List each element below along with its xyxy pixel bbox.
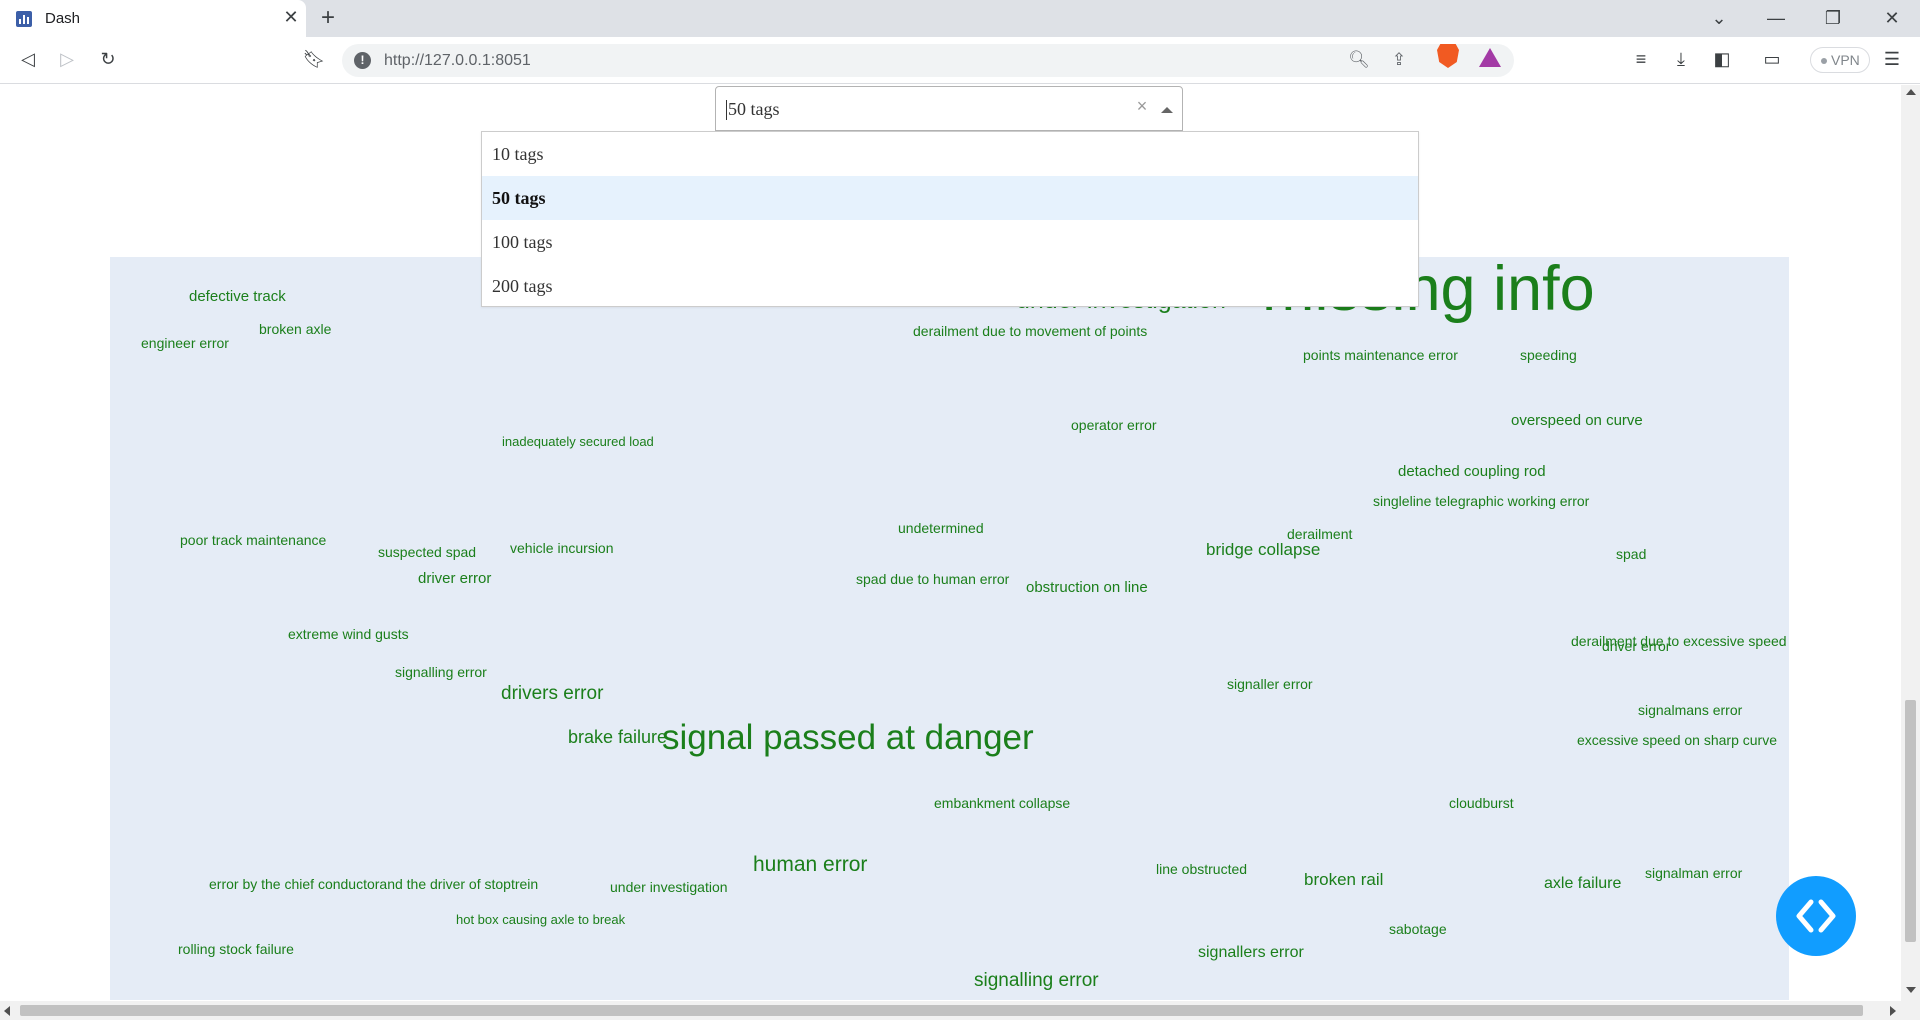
word-cloud-tag: drivers error (501, 683, 604, 704)
word-cloud-tag: signalling error (395, 664, 487, 680)
word-cloud-tag: excessive speed on sharp curve (1577, 732, 1777, 748)
word-cloud-tag: engineer error (141, 335, 229, 351)
word-cloud-tag: signaller error (1227, 676, 1313, 692)
word-cloud-tag: broken rail (1304, 870, 1384, 889)
word-cloud-tag: extreme wind gusts (288, 626, 409, 642)
word-cloud-tag: suspected spad (378, 544, 477, 560)
word-cloud-tag: driver error (1602, 638, 1671, 654)
wallet-icon[interactable]: ▭ (1760, 47, 1784, 71)
url-text[interactable]: http://127.0.0.1:8051 (384, 52, 531, 70)
clear-selection-icon[interactable]: × (1133, 96, 1151, 117)
word-cloud-tag: detached coupling rod (1398, 463, 1546, 480)
sidebar-icon[interactable]: ◧ (1710, 47, 1734, 71)
word-cloud-tag: axle failure (1544, 875, 1622, 892)
word-cloud-tag: overspeed on curve (1511, 412, 1643, 429)
dropdown-option-highlighted[interactable]: 50 tags (482, 176, 1418, 220)
dropdown-selected-value[interactable]: 50 tags (726, 99, 780, 120)
word-cloud-tag: points maintenance error (1303, 347, 1458, 363)
code-brackets-icon (1796, 899, 1836, 933)
word-cloud-tag: obstruction on line (1026, 579, 1148, 596)
word-cloud-tag: human error (753, 853, 868, 876)
word-cloud-tag: vehicle incursion (510, 540, 614, 556)
dropdown-arrow-up-icon[interactable] (1161, 107, 1173, 113)
word-cloud-tag: speeding (1520, 347, 1577, 363)
word-cloud-tag: signallers error (1198, 944, 1304, 961)
scroll-down-arrow-icon[interactable] (1906, 987, 1916, 993)
back-icon[interactable]: ◁ (16, 47, 40, 71)
scroll-left-arrow-icon[interactable] (4, 1006, 10, 1016)
tab-title: Dash (45, 10, 81, 27)
menu-icon[interactable]: ☰ (1880, 47, 1904, 71)
reload-icon[interactable]: ↻ (96, 47, 120, 71)
word-cloud-tag: rolling stock failure (178, 941, 294, 957)
word-cloud-tag: driver error (418, 570, 492, 587)
restore-icon[interactable]: ❐ (1821, 6, 1845, 30)
word-cloud-tag: under investigation (610, 879, 728, 895)
forward-icon[interactable]: ▷ (55, 47, 79, 71)
share-icon[interactable]: ⇪ (1388, 50, 1410, 70)
address-bar[interactable]: ! http://127.0.0.1:8051 🔍︎ ⇪ (342, 44, 1514, 77)
word-cloud-tag: broken axle (259, 321, 332, 337)
download-icon[interactable]: ⤓ (1669, 47, 1693, 71)
dropdown-option[interactable]: 10 tags (482, 132, 1418, 176)
scroll-right-arrow-icon[interactable] (1890, 1006, 1896, 1016)
brave-rewards-icon[interactable] (1479, 48, 1501, 67)
tag-count-dropdown[interactable]: 50 tags × (715, 86, 1183, 131)
vertical-scrollbar[interactable] (1901, 85, 1920, 1001)
vpn-button[interactable]: VPN (1810, 47, 1870, 73)
word-cloud-tag: line obstructed (1156, 861, 1248, 877)
dropdown-option[interactable]: 200 tags (482, 264, 1418, 308)
word-cloud-tag: derailment due to movement of points (913, 323, 1148, 339)
horizontal-scroll-thumb[interactable] (20, 1005, 1863, 1016)
new-tab-icon[interactable]: + (321, 6, 335, 30)
word-cloud-tag: spad (1616, 546, 1647, 562)
word-cloud-tag: undetermined (898, 520, 984, 536)
horizontal-scrollbar[interactable] (0, 1001, 1920, 1020)
word-cloud-tag: singleline telegraphic working error (1373, 493, 1590, 509)
word-cloud-tag: hot box causing axle to break (456, 912, 626, 927)
zoom-icon[interactable]: 🔍︎ (1348, 50, 1370, 70)
word-cloud-tag: embankment collapse (934, 795, 1071, 811)
browser-tab[interactable]: Dash ✕ (0, 0, 306, 37)
tab-strip: Dash ✕ + ⌄ — ❐ ✕ (0, 0, 1920, 37)
minimize-icon[interactable]: — (1764, 6, 1788, 30)
word-cloud-tag: derailment (1287, 526, 1353, 542)
word-cloud-tag: signalmans error (1638, 702, 1743, 718)
word-cloud: missing info under investigation defecti… (110, 257, 1789, 1000)
word-cloud-tag: cloudburst (1449, 795, 1514, 811)
dash-favicon-icon (16, 11, 32, 27)
word-cloud-tag: spad due to human error (856, 571, 1010, 587)
close-tab-icon[interactable]: ✕ (282, 8, 300, 26)
word-cloud-tag: inadequately secured load (502, 434, 654, 449)
dropdown-option[interactable]: 100 tags (482, 220, 1418, 264)
word-cloud-tag: defective track (189, 288, 286, 305)
word-cloud-tag: error by the chief conductorand the driv… (209, 876, 539, 892)
vertical-scroll-thumb[interactable] (1905, 700, 1916, 942)
dropdown-menu: 10 tags 50 tags 100 tags 200 tags (481, 131, 1419, 307)
media-queue-icon[interactable]: ≡ (1629, 47, 1653, 71)
vpn-label: VPN (1831, 52, 1860, 68)
scroll-up-arrow-icon[interactable] (1906, 89, 1916, 95)
word-cloud-tag: poor track maintenance (180, 532, 327, 548)
word-cloud-tag: signalman error (1645, 865, 1743, 881)
word-cloud-tag: signal passed at danger (662, 718, 1034, 757)
word-cloud-tag: bridge collapse (1206, 540, 1321, 559)
close-window-icon[interactable]: ✕ (1880, 6, 1904, 30)
page-content: 50 tags × 10 tags 50 tags 100 tags 200 t… (0, 85, 1901, 1000)
word-cloud-tag: brake failure (568, 727, 668, 747)
word-cloud-tag: signalling error (974, 970, 1099, 991)
bookmark-icon[interactable]: 🔖︎ (302, 47, 326, 71)
word-cloud-tag: sabotage (1389, 921, 1447, 937)
word-cloud-tag: operator error (1071, 417, 1157, 433)
dash-devtools-button[interactable] (1776, 876, 1856, 956)
tab-search-chevron-icon[interactable]: ⌄ (1707, 6, 1731, 30)
site-info-icon[interactable]: ! (354, 52, 371, 69)
